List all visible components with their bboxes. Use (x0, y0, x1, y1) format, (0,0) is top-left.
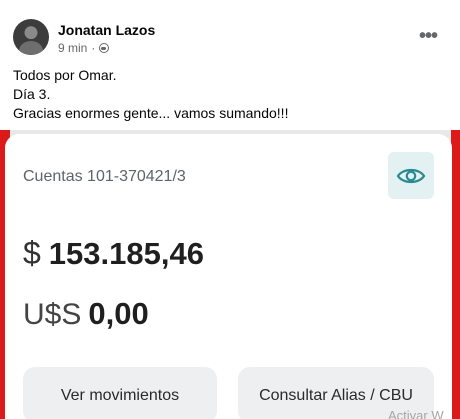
usd-currency-symbol: U$S (23, 298, 82, 331)
eye-icon (396, 168, 426, 183)
facebook-post: Jonatan Lazos 9 min · ••• Todos por Omar… (0, 0, 460, 128)
usd-amount: 0,00 (88, 296, 149, 331)
post-meta: 9 min · (58, 41, 110, 55)
activate-windows-watermark: Activar W (388, 408, 444, 419)
usd-balance: U$S 0,00 (23, 296, 149, 332)
post-line: Todos por Omar. (13, 67, 117, 83)
post-line: Gracias enormes gente... vamos sumando!!… (13, 105, 289, 121)
ars-amount: 153.185,46 (48, 236, 204, 271)
public-globe-icon (99, 43, 110, 53)
post-line: Día 3. (13, 86, 51, 102)
brand-red-edge-right (451, 130, 460, 419)
post-text: Todos por Omar. Día 3. Gracias enormes g… (13, 66, 443, 123)
show-balance-button[interactable] (388, 152, 434, 199)
post-time[interactable]: 9 min (58, 41, 87, 55)
author-avatar[interactable] (13, 19, 49, 55)
ars-balance: $ 153.185,46 (23, 235, 204, 272)
author-name[interactable]: Jonatan Lazos (58, 22, 155, 38)
view-movements-button[interactable]: Ver movimientos (23, 367, 217, 419)
meta-separator: · (91, 41, 96, 55)
more-options-button[interactable]: ••• (412, 24, 444, 52)
account-number-label: Cuentas 101-370421/3 (23, 168, 186, 185)
ars-currency-symbol: $ (23, 235, 41, 271)
